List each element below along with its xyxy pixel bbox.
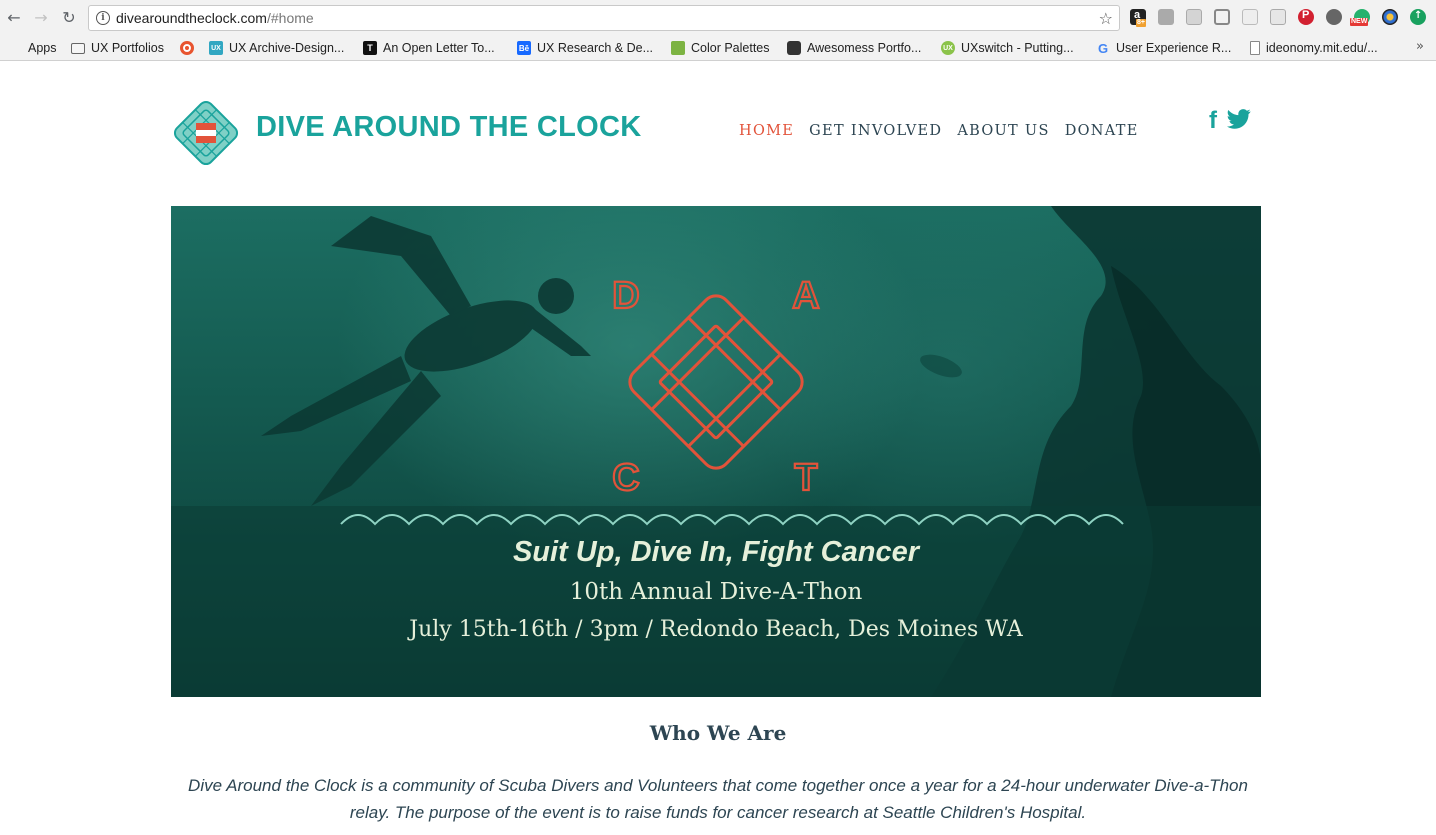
back-arrow-icon[interactable]: ← <box>4 8 24 28</box>
page: DIVE AROUND THE CLOCK HOME GET INVOLVED … <box>0 61 1436 835</box>
ux-archive-icon: UX <box>209 41 223 55</box>
logo-letter-c: C <box>612 457 639 499</box>
site-title[interactable]: DIVE AROUND THE CLOCK <box>256 111 641 144</box>
evernote-icon[interactable] <box>1186 9 1202 25</box>
bookmark-ux-portfolios[interactable]: UX Portfolios <box>71 39 164 57</box>
pinterest-icon[interactable]: P <box>1298 9 1314 25</box>
bookmark-awesomess[interactable]: Awesomess Portfo... <box>787 39 921 57</box>
reload-icon[interactable]: ↻ <box>59 8 79 28</box>
hero-tagline: Suit Up, Dive In, Fight Cancer <box>512 536 920 568</box>
nav-home[interactable]: HOME <box>739 123 794 139</box>
nav-get-involved[interactable]: GET INVOLVED <box>809 123 942 139</box>
bookmark-open-letter[interactable]: T An Open Letter To... <box>363 39 495 57</box>
hexagon-icon <box>787 41 801 55</box>
target-icon <box>180 41 194 55</box>
address-bar[interactable]: i divearoundtheclock.com/#home ☆ <box>88 5 1120 31</box>
facebook-icon[interactable]: f <box>1209 109 1217 133</box>
bookmark-label: Awesomess Portfo... <box>807 41 922 55</box>
dact-logo <box>628 294 804 470</box>
pocket-icon[interactable] <box>1158 9 1174 25</box>
upload-icon[interactable]: ↑ <box>1410 9 1426 25</box>
page-icon <box>1250 41 1260 55</box>
bookmark-star-icon[interactable]: ☆ <box>1099 9 1113 28</box>
bookmark-label: UX Research & De... <box>537 41 654 55</box>
main-nav: HOME GET INVOLVED ABOUT US DONATE <box>739 123 1154 139</box>
amazon-assistant-icon[interactable]: a 8+ <box>1130 9 1146 27</box>
bookmark-label: Apps <box>28 41 57 55</box>
grammarly-badge: NEW <box>1350 18 1369 26</box>
bookmark-label: UXswitch - Putting... <box>961 41 1074 55</box>
bookmark-color-palettes[interactable]: Color Palettes <box>671 39 770 57</box>
folder-icon <box>71 42 85 54</box>
bookmark-user-experience[interactable]: G User Experience R... <box>1096 39 1231 57</box>
t-icon: T <box>363 41 377 55</box>
bookmark-uxswitch[interactable]: UX UXswitch - Putting... <box>941 39 1074 57</box>
nav-about-us[interactable]: ABOUT US <box>957 123 1049 139</box>
bookmark-target[interactable] <box>180 39 200 57</box>
twitter-icon[interactable] <box>1227 109 1251 133</box>
behance-icon: Bē <box>517 41 531 55</box>
bookmark-label: User Experience R... <box>1116 41 1232 55</box>
url-host: divearoundtheclock.com <box>116 10 267 26</box>
cast-icon[interactable] <box>1214 9 1230 25</box>
hero-banner: D A C T Suit Up, Dive In, Fight Cancer 1… <box>171 206 1261 697</box>
who-we-are-text: Dive Around the Clock is a community of … <box>188 776 1248 822</box>
info-icon[interactable]: i <box>96 11 110 25</box>
diver-silhouette <box>261 216 591 506</box>
layout-icon[interactable] <box>1242 9 1258 25</box>
bookmark-ux-research[interactable]: Bē UX Research & De... <box>517 39 653 57</box>
nav-donate[interactable]: DONATE <box>1065 123 1139 139</box>
browser-toolbar: ← → ↻ i divearoundtheclock.com/#home ☆ a… <box>0 0 1436 36</box>
palette-icon <box>671 41 685 55</box>
grammarly-icon[interactable]: NEW <box>1350 9 1370 26</box>
logo-letter-t: T <box>794 457 817 499</box>
bookmark-label: Color Palettes <box>691 41 770 55</box>
amazon-badge: 8+ <box>1136 19 1146 27</box>
bookmark-label: ideonomy.mit.edu/... <box>1266 41 1378 55</box>
url-text[interactable]: divearoundtheclock.com/#home <box>116 10 314 26</box>
bookmark-ideonomy[interactable]: ideonomy.mit.edu/... <box>1250 39 1378 57</box>
browser-chrome: ← → ↻ i divearoundtheclock.com/#home ☆ a… <box>0 0 1436 61</box>
hero-event-details: July 15th-16th / 3pm / Redondo Beach, De… <box>409 617 1023 642</box>
ux-circle-icon: UX <box>941 41 955 55</box>
bookmark-label: UX Archive-Design... <box>229 41 345 55</box>
bookmark-label: UX Portfolios <box>91 41 164 55</box>
screenshot-icon[interactable] <box>1270 9 1286 25</box>
bookmark-ux-archive[interactable]: UX UX Archive-Design... <box>209 39 344 57</box>
google-icon: G <box>1097 40 1109 56</box>
color-picker-icon[interactable] <box>1382 9 1398 25</box>
hero-subtitle: 10th Annual Dive-A-Thon <box>569 579 863 605</box>
logo-letter-d: D <box>612 275 639 317</box>
bookmark-apps[interactable]: Apps <box>8 39 57 57</box>
more-bookmarks-icon[interactable]: » <box>1416 39 1424 54</box>
settings-icon[interactable] <box>1326 9 1342 25</box>
site-logo[interactable] <box>170 97 242 169</box>
who-we-are-heading: Who We Are <box>649 721 787 745</box>
apps-grid-icon <box>8 41 22 55</box>
bookmark-label: An Open Letter To... <box>383 41 495 55</box>
bookmarks-bar: Apps UX Portfolios UX UX Archive-Design.… <box>0 36 1436 60</box>
forward-arrow-icon[interactable]: → <box>31 8 51 28</box>
social-links: f <box>1209 109 1251 133</box>
url-path: /#home <box>266 10 314 26</box>
logo-letter-a: A <box>792 275 819 317</box>
